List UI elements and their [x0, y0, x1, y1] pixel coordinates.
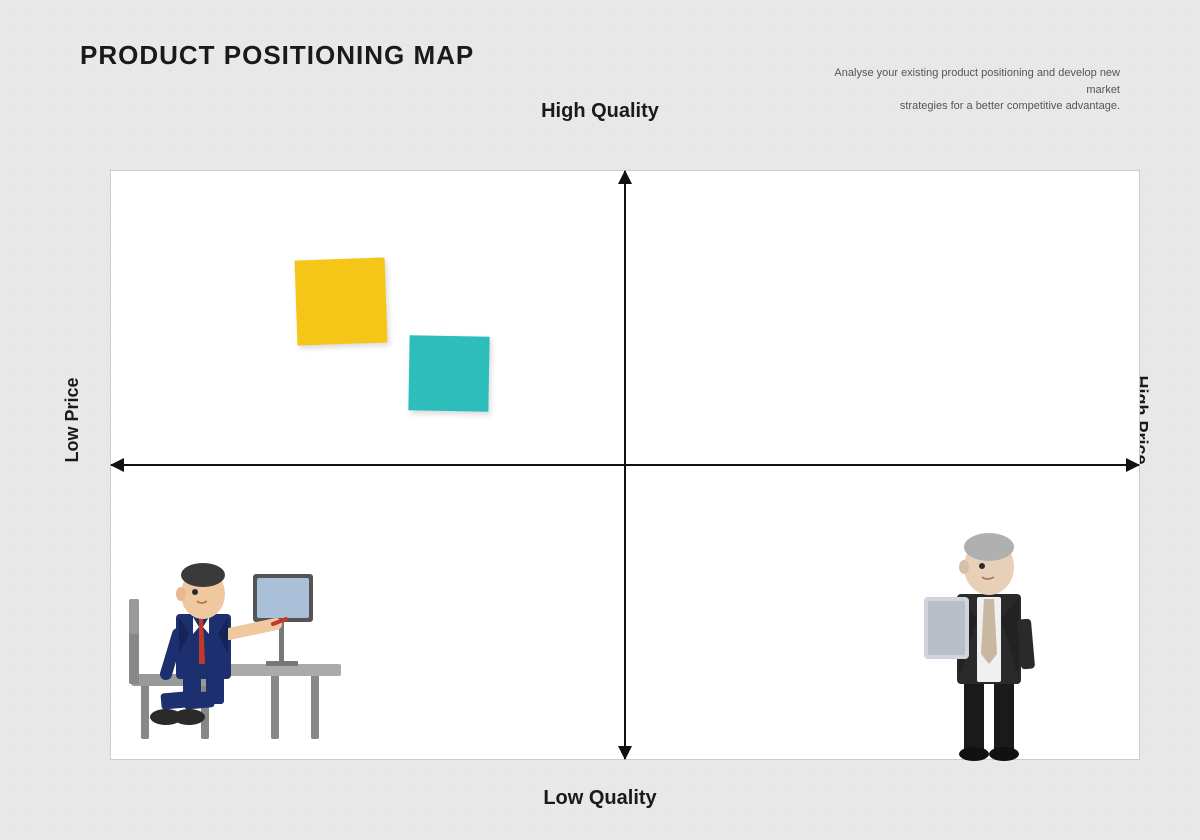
label-low-price: Low Price [62, 377, 83, 462]
page-content: PRODUCT POSITIONING MAP Analyse your exi… [0, 0, 1200, 840]
subtitle-line2: strategies for a better competitive adva… [900, 100, 1120, 112]
vertical-axis [624, 171, 626, 759]
teal-sticky-note[interactable] [408, 335, 489, 411]
subtitle: Analyse your existing product positionin… [820, 65, 1120, 115]
page-title: PRODUCT POSITIONING MAP [80, 40, 474, 71]
subtitle-line1: Analyse your existing product positionin… [834, 67, 1120, 96]
person-standing-figure [919, 479, 1059, 759]
label-low-quality: Low Quality [543, 787, 656, 810]
person-sitting-figure [111, 479, 391, 759]
yellow-sticky-note[interactable] [295, 258, 388, 346]
chart-area [110, 170, 1140, 760]
label-high-quality: High Quality [541, 100, 659, 123]
